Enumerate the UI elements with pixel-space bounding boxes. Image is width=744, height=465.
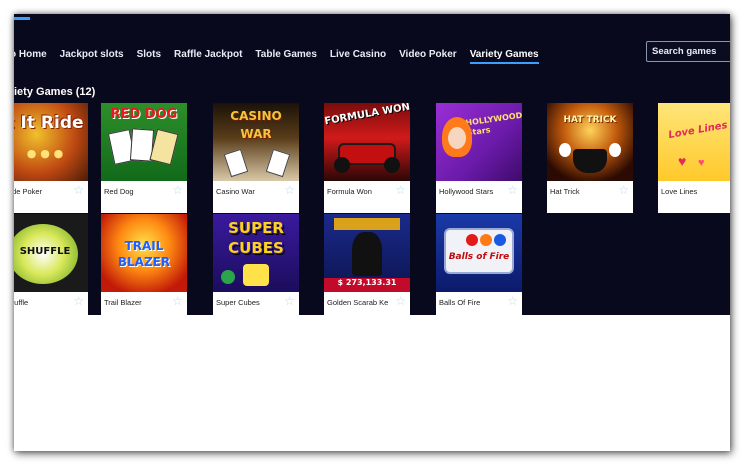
nav-table-games[interactable]: Table Games — [255, 49, 317, 64]
game-thumbnail: Love Lines ♥ ♥ — [658, 103, 730, 181]
wheel-graphic — [384, 157, 400, 173]
anubis-graphic — [352, 232, 382, 276]
game-tile-ride-poker[interactable]: t It Ride ● ● ● Ride Poker ☆ — [14, 103, 88, 213]
search-input[interactable]: Search games — [646, 41, 730, 62]
card-graphic — [223, 148, 249, 178]
game-tile-casino-war[interactable]: CASINO WAR Casino War ☆ — [213, 103, 299, 213]
heart-icon: ♥ — [698, 157, 705, 169]
game-thumbnail: HAT TRICK — [547, 103, 633, 181]
nav-variety-games[interactable]: Variety Games — [469, 49, 539, 64]
game-thumbnail: $ 273,133.31 — [324, 214, 410, 292]
game-tile-formula-won[interactable]: FORMULA WON Formula Won ☆ — [324, 103, 410, 213]
game-tile-shuffle[interactable]: SHUFFLE Shuffle ☆ — [14, 214, 88, 324]
star-outline-icon[interactable]: ☆ — [73, 294, 84, 308]
game-name: Love Lines — [661, 187, 698, 196]
golden-banner-graphic — [334, 218, 400, 230]
ball-graphic — [494, 234, 506, 246]
star-outline-icon[interactable]: ☆ — [172, 294, 183, 308]
game-name: Balls Of Fire — [439, 298, 481, 307]
game-tile-red-dog[interactable]: RED DOG Red Dog ☆ — [101, 103, 187, 213]
game-thumbnail: TRAIL BLAZER — [101, 214, 187, 292]
section-title: iety Games (12) — [14, 86, 96, 98]
star-outline-icon[interactable]: ☆ — [284, 294, 295, 308]
star-outline-icon[interactable]: ☆ — [507, 294, 518, 308]
jackpot-amount: $ 273,133.31 — [337, 278, 397, 287]
game-name: Hat Trick — [550, 187, 580, 196]
browser-frame: o Home Jackpot slots Slots Raffle Jackpo… — [14, 14, 730, 451]
cube-graphic — [243, 264, 269, 286]
wheel-graphic — [334, 157, 350, 173]
star-outline-icon[interactable]: ☆ — [507, 183, 518, 197]
fruit-graphic — [221, 270, 235, 284]
game-name: Shuffle — [14, 298, 29, 307]
ball-graphic — [480, 234, 492, 246]
game-thumbnail: SHUFFLE — [14, 214, 88, 292]
card-graphic — [149, 128, 179, 166]
nav-home[interactable]: o Home — [14, 49, 47, 64]
game-art-title: RED DOG — [110, 107, 178, 122]
game-tile-trail-blazer[interactable]: TRAIL BLAZER Trail Blazer ☆ — [101, 214, 187, 324]
ball-graphic — [466, 234, 478, 246]
game-name: Red Dog — [104, 187, 134, 196]
game-thumbnail: SUPER CUBES — [213, 214, 299, 292]
star-outline-icon[interactable]: ☆ — [172, 183, 183, 197]
game-art-title: TRAIL BLAZER — [117, 239, 171, 269]
game-thumbnail: RED DOG — [101, 103, 187, 181]
nav-raffle-jackpot[interactable]: Raffle Jackpot — [174, 49, 242, 64]
game-thumbnail: CASINO WAR — [213, 103, 299, 181]
glove-graphic — [559, 143, 571, 157]
star-outline-icon[interactable]: ☆ — [73, 183, 84, 197]
nav-video-poker[interactable]: Video Poker — [399, 49, 457, 64]
game-tile-balls-of-fire[interactable]: Balls of Fire Balls Of Fire ☆ — [436, 214, 522, 324]
main-nav: o Home Jackpot slots Slots Raffle Jackpo… — [14, 44, 552, 68]
game-art-title: Love Lines — [667, 119, 729, 142]
card-graphic — [265, 148, 291, 178]
game-art-title: t It Ride — [14, 113, 84, 133]
game-thumbnail: t It Ride ● ● ● — [14, 103, 88, 181]
star-outline-icon[interactable]: ☆ — [618, 183, 629, 197]
star-outline-icon[interactable]: ☆ — [284, 183, 295, 197]
game-tile-love-lines[interactable]: Love Lines ♥ ♥ Love Lines ☆ — [658, 103, 730, 213]
game-name: Formula Won — [327, 187, 372, 196]
game-tile-golden-scarab[interactable]: $ 273,133.31 Golden Scarab Ke ☆ — [324, 214, 410, 324]
star-outline-icon[interactable]: ☆ — [395, 294, 406, 308]
game-art-title: SHUFFLE — [19, 246, 71, 257]
game-name: Golden Scarab Ke — [327, 298, 389, 307]
glove-graphic — [609, 143, 621, 157]
game-tile-hat-trick[interactable]: HAT TRICK Hat Trick ☆ — [547, 103, 633, 213]
game-art-title: SUPER CUBES — [228, 219, 284, 257]
game-name: Super Cubes — [216, 298, 260, 307]
game-tile-hollywood-stars[interactable]: HOLLYWOOD Stars Hollywood Stars ☆ — [436, 103, 522, 213]
nav-jackpot-slots[interactable]: Jackpot slots — [60, 49, 124, 64]
nav-slots[interactable]: Slots — [137, 49, 161, 64]
hat-graphic — [573, 149, 607, 173]
chips-graphic: ● ● ● — [26, 147, 64, 160]
game-art-title: HOLLYWOOD Stars — [464, 110, 522, 138]
game-art-title: HAT TRICK — [563, 115, 617, 125]
face-graphic — [448, 127, 466, 149]
game-art-title: FORMULA WON — [324, 103, 410, 128]
nav-live-casino[interactable]: Live Casino — [330, 49, 386, 64]
game-name: Hollywood Stars — [439, 187, 494, 196]
game-thumbnail: HOLLYWOOD Stars — [436, 103, 522, 181]
star-outline-icon[interactable]: ☆ — [395, 183, 406, 197]
game-art-title: CASINO WAR — [230, 109, 282, 141]
game-name: Trail Blazer — [104, 298, 142, 307]
heart-icon: ♥ — [678, 153, 687, 169]
game-name: Ride Poker — [14, 187, 43, 196]
casino-app: o Home Jackpot slots Slots Raffle Jackpo… — [14, 14, 730, 324]
game-name: Casino War — [216, 187, 255, 196]
accent-bar — [14, 17, 30, 20]
game-thumbnail: Balls of Fire — [436, 214, 522, 292]
game-thumbnail: FORMULA WON — [324, 103, 410, 181]
game-art-title: Balls of Fire — [448, 252, 510, 262]
game-tile-super-cubes[interactable]: SUPER CUBES Super Cubes ☆ — [213, 214, 299, 324]
